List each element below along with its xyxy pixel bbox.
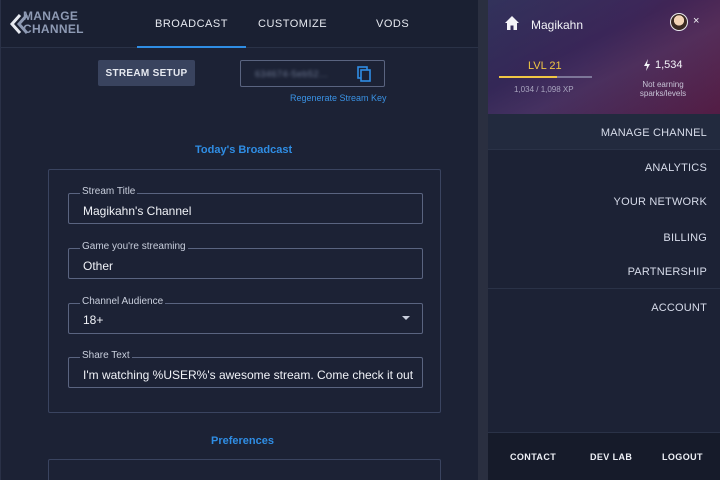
account-sidebar: Magikahn × LVL 21 1,034 / 1,098 XP 1,534… <box>488 0 720 480</box>
stream-title-input[interactable]: Magikahn's Channel <box>68 193 423 224</box>
lightning-icon <box>644 59 650 71</box>
xp-progress-fill <box>499 76 557 78</box>
sidebar-item-analytics[interactable]: ANALYTICS <box>645 162 707 174</box>
sidebar-item-partnership[interactable]: PARTNERSHIP <box>628 266 707 278</box>
tab-customize[interactable]: CUSTOMIZE <box>258 18 327 30</box>
sidebar-item-billing[interactable]: BILLING <box>663 232 707 244</box>
home-icon[interactable] <box>504 15 520 31</box>
top-nav-bar: MANAGE CHANNEL BROADCAST CUSTOMIZE VODS <box>1 0 479 48</box>
brand-line-2: CHANNEL <box>23 22 84 36</box>
game-label: Game you're streaming <box>80 241 188 252</box>
menu-divider <box>488 149 720 150</box>
profile-header: Magikahn × LVL 21 1,034 / 1,098 XP 1,534… <box>488 0 720 114</box>
game-input[interactable]: Other <box>68 248 423 279</box>
broadcast-form: Magikahn's Channel Stream Title Other Ga… <box>48 169 441 413</box>
username[interactable]: Magikahn <box>531 18 583 32</box>
stream-setup-button[interactable]: STREAM SETUP <box>98 60 195 86</box>
xp-text: 1,034 / 1,098 XP <box>514 85 574 94</box>
share-text-input[interactable]: I'm watching %USER%'s awesome stream. Co… <box>68 357 423 388</box>
game-value: Other <box>83 259 114 273</box>
regenerate-stream-key-link[interactable]: Regenerate Stream Key <box>290 93 387 103</box>
menu-divider <box>488 288 720 289</box>
share-text-value: I'm watching %USER%'s awesome stream. Co… <box>83 368 414 382</box>
contact-link[interactable]: CONTACT <box>510 452 556 462</box>
preferences-heading: Preferences <box>211 435 274 447</box>
channel-audience-select[interactable]: 18+ <box>68 303 423 334</box>
stream-title-value: Magikahn's Channel <box>83 204 192 218</box>
panel-divider <box>478 0 488 480</box>
level-label: LVL 21 <box>528 60 562 72</box>
logout-link[interactable]: LOGOUT <box>662 452 703 462</box>
brand-logo: MANAGE CHANNEL <box>23 10 84 36</box>
preferences-card <box>48 459 441 480</box>
stream-title-label: Stream Title <box>80 186 138 197</box>
channel-audience-label: Channel Audience <box>80 296 166 307</box>
spark-count: 1,534 <box>655 59 683 71</box>
share-text-label: Share Text <box>80 350 132 361</box>
xp-progress-bar <box>499 76 592 78</box>
avatar[interactable] <box>670 13 688 31</box>
sidebar-item-your-network[interactable]: YOUR NETWORK <box>614 196 707 208</box>
sidebar-item-account[interactable]: ACCOUNT <box>651 302 707 314</box>
channel-audience-value: 18+ <box>83 313 104 327</box>
dev-lab-link[interactable]: DEV LAB <box>590 452 632 462</box>
close-icon[interactable]: × <box>693 15 699 27</box>
sidebar-footer: CONTACT DEV LAB LOGOUT <box>488 432 720 480</box>
todays-broadcast-heading: Today's Broadcast <box>195 144 293 156</box>
stream-key-field[interactable]: 634674-5eb52… <box>240 60 385 87</box>
spark-note: Not earning sparks/levels <box>639 80 687 98</box>
tab-broadcast[interactable]: BROADCAST <box>137 18 246 48</box>
copy-icon[interactable] <box>356 66 372 82</box>
stream-key-value: 634674-5eb52… <box>255 69 329 79</box>
sidebar-item-manage-channel[interactable]: MANAGE CHANNEL <box>601 127 707 139</box>
tab-vods[interactable]: VODS <box>376 18 409 30</box>
chevron-down-icon[interactable] <box>402 316 410 320</box>
manage-channel-panel: MANAGE CHANNEL BROADCAST CUSTOMIZE VODS … <box>0 0 479 480</box>
